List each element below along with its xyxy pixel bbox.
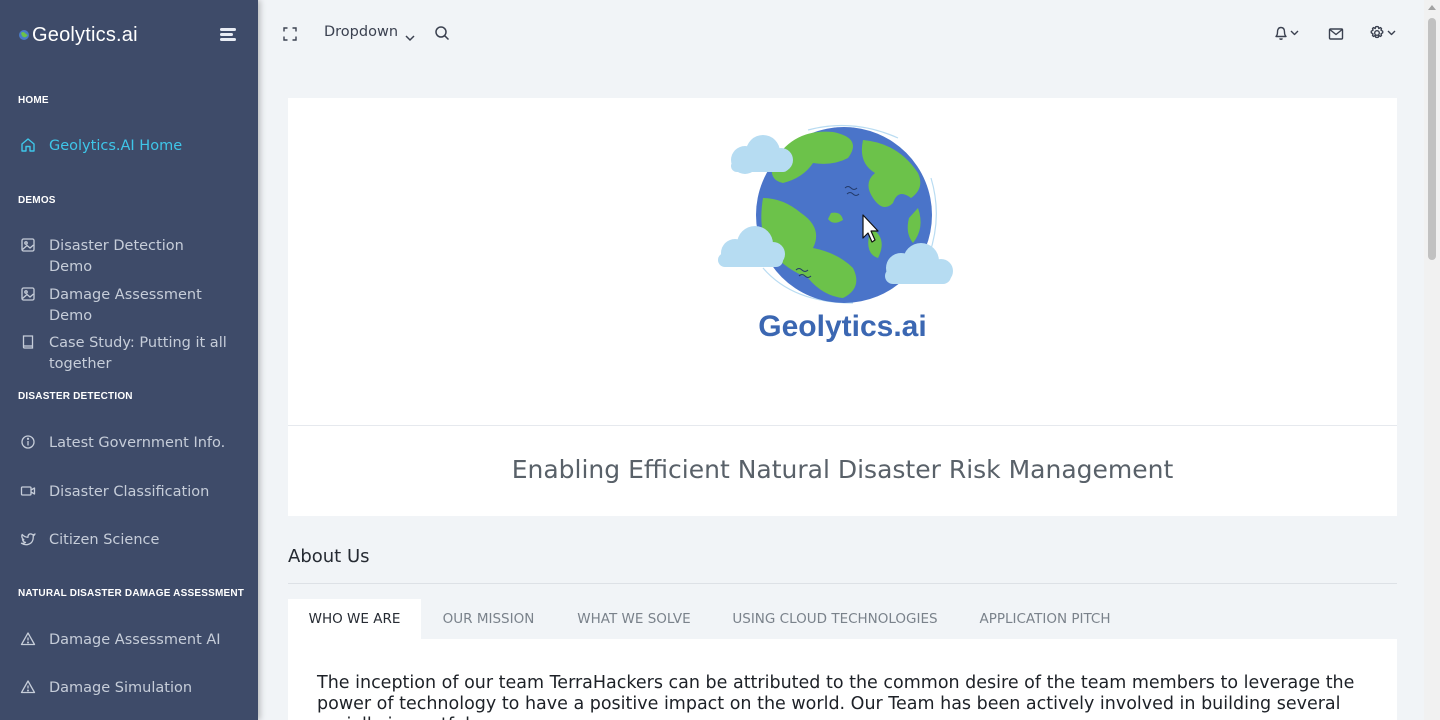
- brand[interactable]: Geolytics.ai: [18, 20, 138, 50]
- sidebar-item-label: Geolytics.AI Home: [49, 138, 183, 154]
- bell-icon[interactable]: [1273, 25, 1301, 45]
- sidebar-item-damage-assessment-demo[interactable]: Damage Assessment Demo: [0, 285, 258, 327]
- sidebar-item-label: Case Study: Putting it all together: [49, 335, 227, 372]
- book-icon: [20, 334, 36, 350]
- brand-name: Geolytics.ai: [32, 23, 138, 46]
- sidebar-item-label: Latest Government Info.: [49, 435, 226, 451]
- sidebar: Geolytics.ai HOME Geolytics.AI Home DEMO…: [0, 0, 258, 720]
- page-scrollbar[interactable]: [1424, 0, 1440, 720]
- image-icon: [20, 286, 36, 302]
- tab-who-we-are[interactable]: WHO WE ARE: [288, 599, 421, 639]
- tab-what-we-solve[interactable]: WHAT WE SOLVE: [564, 599, 704, 639]
- tab-content-text: The inception of our team TerraHackers c…: [317, 673, 1355, 720]
- logo-text: Geolytics.ai: [758, 310, 927, 343]
- sidebar-item-label: Disaster Classification: [49, 484, 210, 500]
- sidebar-item-label: Damage Assessment AI: [49, 632, 221, 648]
- section-demos: DEMOS: [18, 195, 56, 206]
- scrollbar-thumb[interactable]: [1428, 18, 1436, 260]
- menu-toggle-button[interactable]: [220, 26, 240, 42]
- tab-content-card: The inception of our team TerraHackers c…: [288, 639, 1397, 720]
- warning-icon: [20, 631, 36, 647]
- globe-logo-image: [718, 124, 953, 304]
- gear-icon[interactable]: [1369, 24, 1399, 46]
- sidebar-item-damage-assessment-ai[interactable]: Damage Assessment AI: [0, 630, 258, 651]
- hero-tagline: Enabling Efficient Natural Disaster Risk…: [511, 455, 1174, 484]
- home-icon: [20, 137, 36, 153]
- info-icon: [20, 434, 36, 450]
- tab-using-cloud-technologies[interactable]: USING CLOUD TECHNOLOGIES: [720, 599, 950, 639]
- scroll-up-icon[interactable]: [1428, 5, 1436, 10]
- search-icon[interactable]: [434, 25, 450, 45]
- sidebar-item-citizen-science[interactable]: Citizen Science: [0, 530, 258, 551]
- section-disaster-detection: DISASTER DETECTION: [18, 391, 133, 402]
- sidebar-item-label: Disaster Detection Demo: [49, 238, 184, 275]
- fullscreen-icon[interactable]: [283, 26, 297, 45]
- brand-logo-icon: [19, 30, 29, 40]
- mail-icon[interactable]: [1328, 26, 1344, 45]
- sidebar-item-label: Citizen Science: [49, 532, 160, 548]
- about-divider: [288, 583, 1397, 584]
- section-home: HOME: [18, 95, 49, 106]
- about-title: About Us: [288, 546, 370, 567]
- sidebar-item-latest-government-info[interactable]: Latest Government Info.: [0, 433, 258, 454]
- sidebar-item-label: Damage Assessment Demo: [49, 287, 202, 324]
- tab-application-pitch[interactable]: APPLICATION PITCH: [968, 599, 1122, 639]
- chevron-down-icon[interactable]: [404, 28, 416, 47]
- section-damage-assessment: NATURAL DISASTER DAMAGE ASSESSMENT: [18, 588, 245, 599]
- warning-icon: [20, 679, 36, 695]
- sidebar-item-case-study[interactable]: Case Study: Putting it all together: [0, 333, 258, 375]
- hero-card: Geolytics.ai Enabling Efficient Natural …: [288, 98, 1397, 516]
- dropdown-button[interactable]: Dropdown: [324, 24, 398, 40]
- twitter-icon: [20, 531, 36, 547]
- sidebar-item-label: Damage Simulation: [49, 680, 193, 696]
- sidebar-item-disaster-detection-demo[interactable]: Disaster Detection Demo: [0, 236, 258, 278]
- video-icon: [20, 483, 36, 499]
- sidebar-item-damage-simulation[interactable]: Damage Simulation: [0, 678, 258, 699]
- sidebar-item-home[interactable]: Geolytics.AI Home: [0, 136, 258, 157]
- sidebar-item-disaster-classification[interactable]: Disaster Classification: [0, 482, 258, 503]
- image-icon: [20, 237, 36, 253]
- tab-our-mission[interactable]: OUR MISSION: [421, 599, 556, 639]
- hero-divider: [288, 425, 1397, 426]
